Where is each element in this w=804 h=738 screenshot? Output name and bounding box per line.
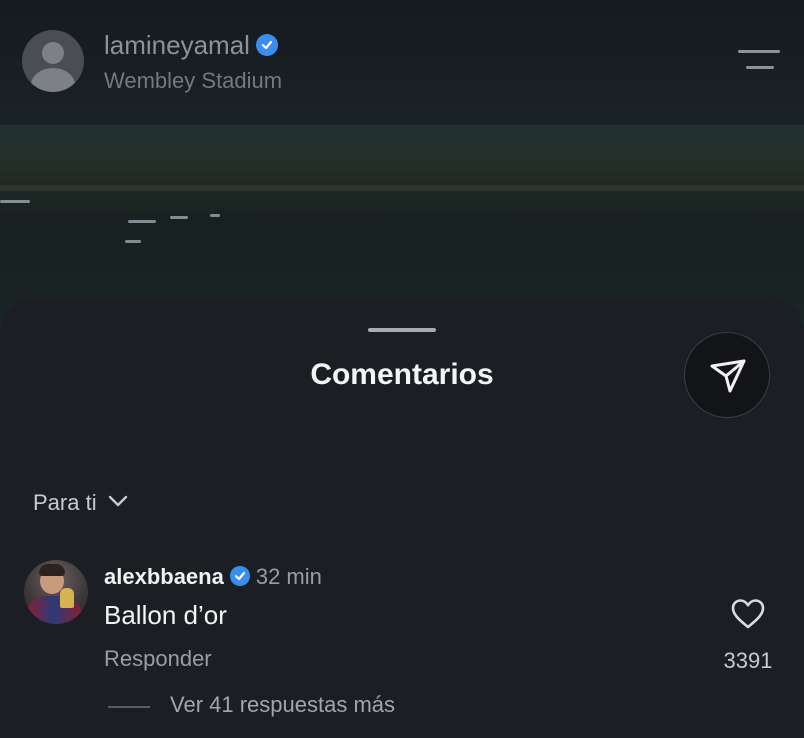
comment-avatar[interactable] xyxy=(24,560,88,624)
chevron-down-icon xyxy=(107,488,129,514)
replies-divider xyxy=(108,706,150,708)
paper-plane-icon xyxy=(710,359,746,393)
post-location[interactable]: Wembley Stadium xyxy=(104,68,282,94)
hamburger-menu-icon[interactable] xyxy=(738,48,780,72)
stadium-roof xyxy=(0,185,804,191)
comment-timestamp: 32 min xyxy=(255,564,322,589)
comment-filter-label: Para ti xyxy=(33,490,97,515)
stadium-light xyxy=(125,240,141,243)
comment-header: alexbbaena 32 min xyxy=(104,564,322,590)
comment-filter-dropdown[interactable]: Para ti xyxy=(33,488,129,516)
stadium-light xyxy=(210,214,220,217)
sheet-drag-handle[interactable] xyxy=(368,328,436,332)
post-username-text: lamineyamal xyxy=(104,30,250,60)
avatar-photo-trophy xyxy=(60,588,74,608)
avatar-photo-hair xyxy=(39,564,65,576)
view-replies-button[interactable]: Ver 41 respuestas más xyxy=(170,692,395,718)
comments-sheet: Comentarios Para ti alexbbaena 32 min Bal… xyxy=(0,298,804,738)
heart-icon xyxy=(731,599,765,629)
avatar-placeholder-head xyxy=(42,42,64,64)
stadium-light xyxy=(170,216,188,219)
comment-text: Ballon d’or xyxy=(104,600,227,630)
stadium-light xyxy=(0,200,30,203)
like-button[interactable] xyxy=(730,598,766,630)
verified-badge-icon xyxy=(255,34,278,56)
stadium-light xyxy=(128,220,156,223)
stadium-band xyxy=(0,125,804,215)
share-button[interactable] xyxy=(684,332,770,418)
like-count: 3391 xyxy=(723,648,773,673)
reply-button[interactable]: Responder xyxy=(104,646,212,672)
post-header: lamineyamal Wembley Stadium xyxy=(0,0,804,120)
verified-badge-icon xyxy=(229,566,250,586)
profile-avatar[interactable] xyxy=(22,30,84,92)
comment-username[interactable]: alexbbaena xyxy=(104,564,224,589)
avatar-placeholder-body xyxy=(31,68,75,92)
post-username[interactable]: lamineyamal xyxy=(104,30,278,61)
